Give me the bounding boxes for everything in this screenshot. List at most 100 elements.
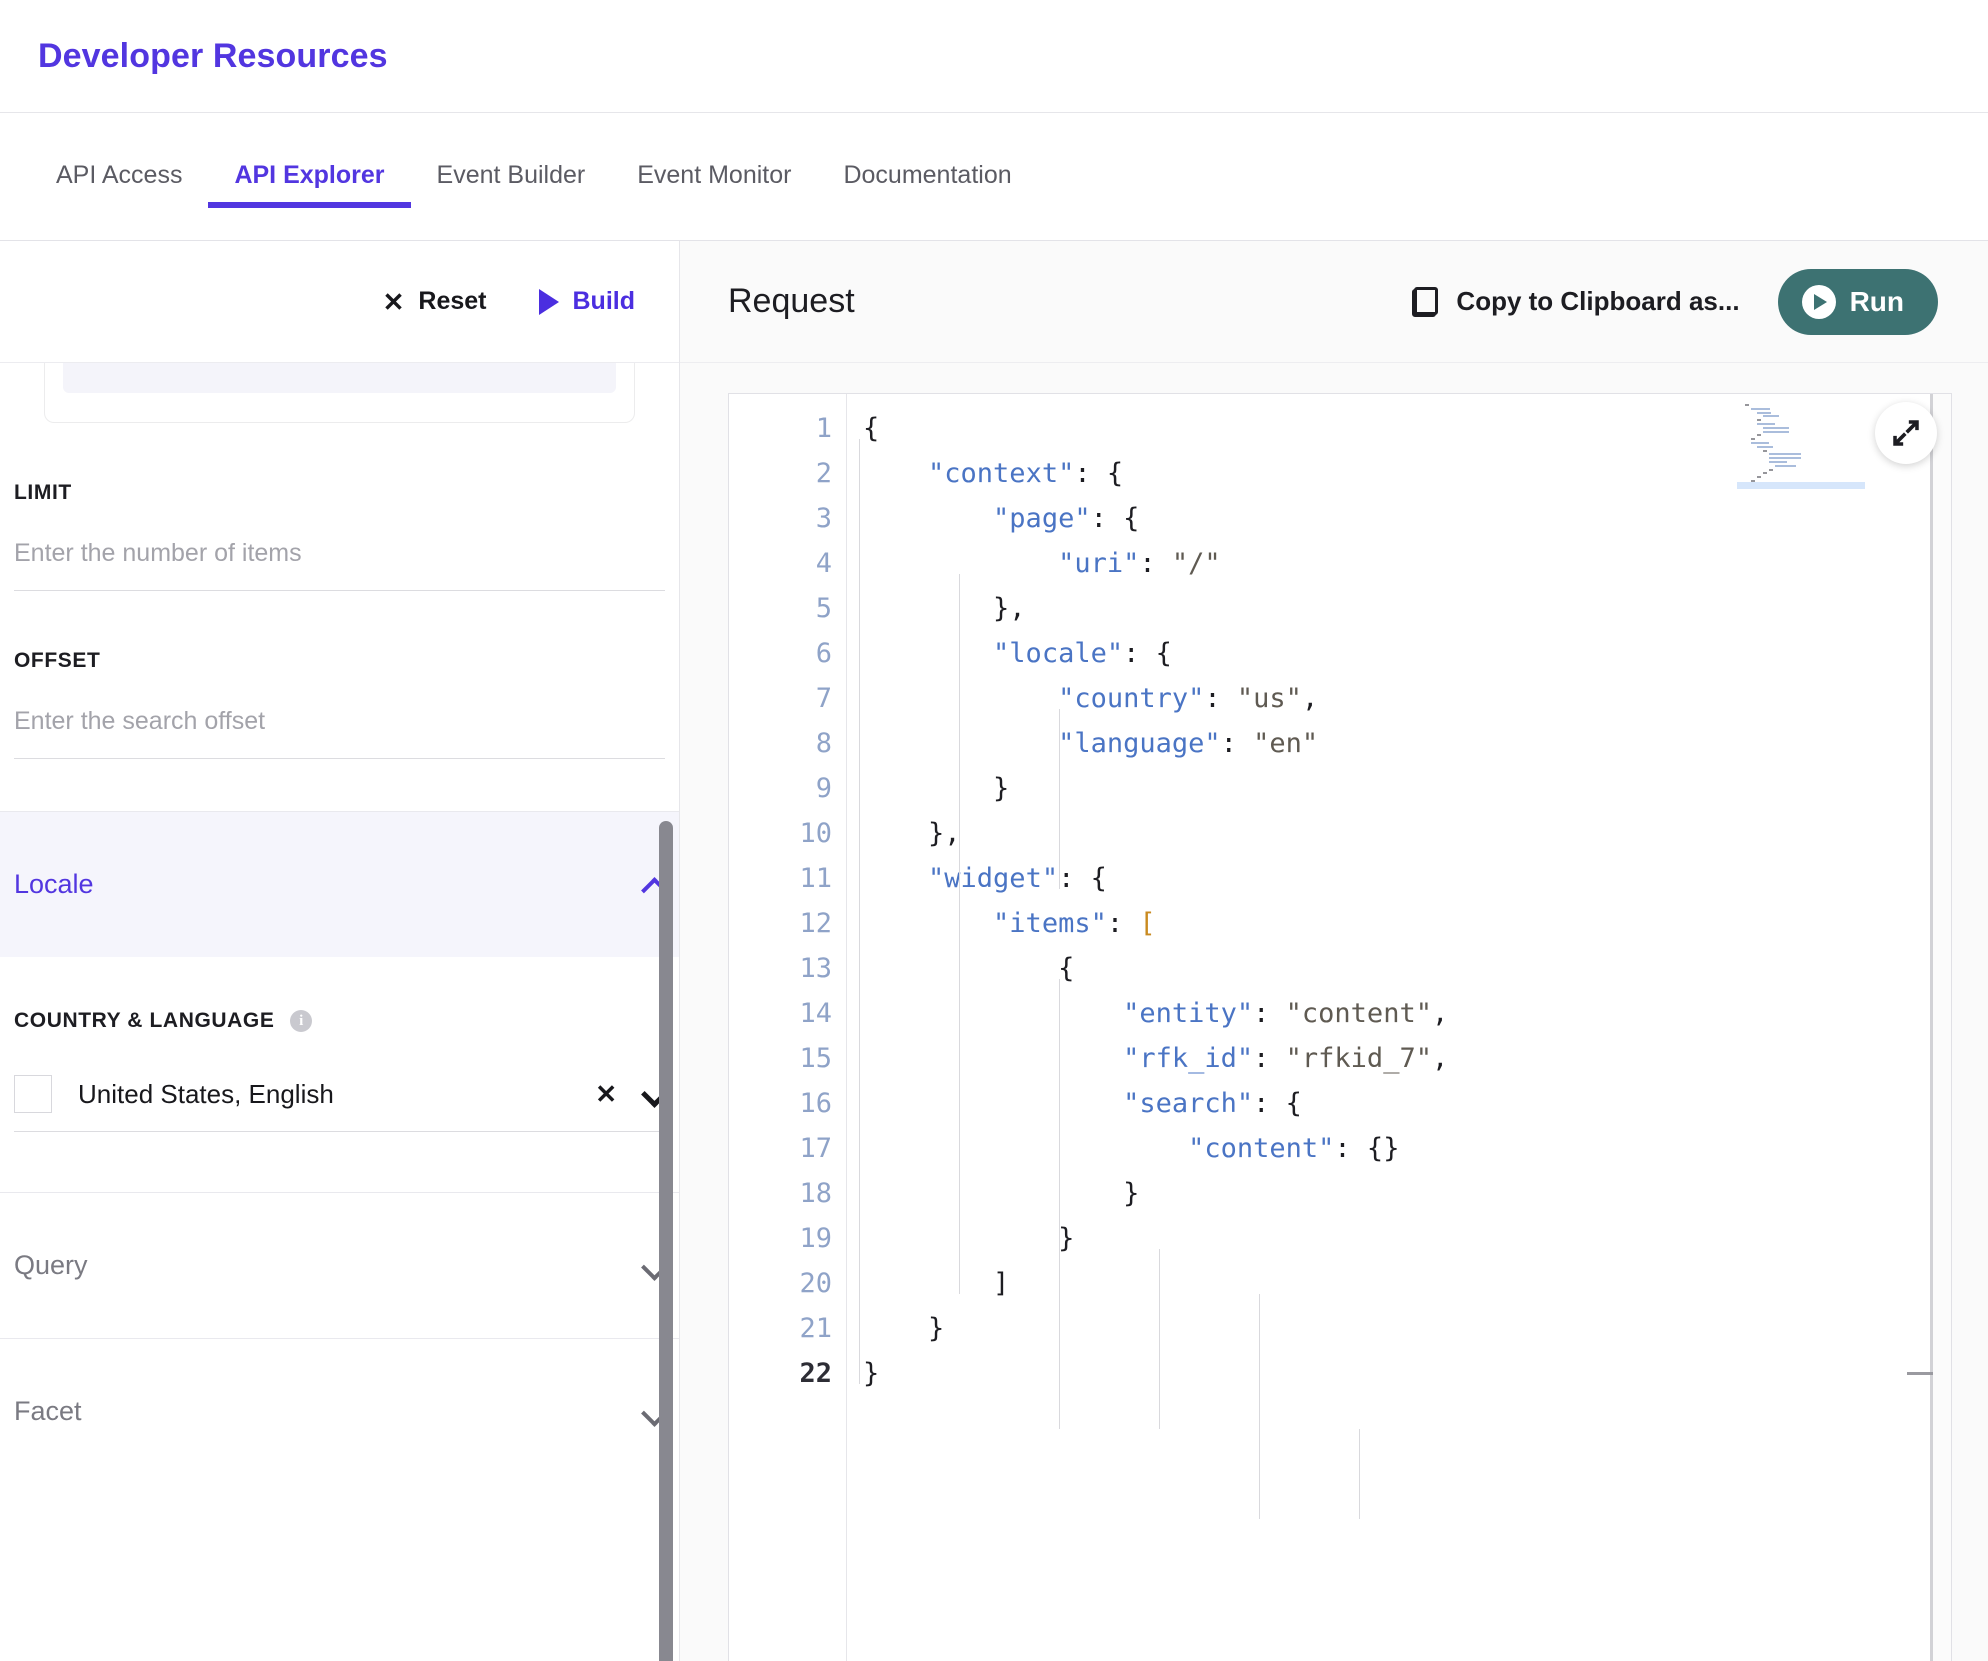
- code-token: "page": [993, 503, 1091, 534]
- partial-field-card[interactable]: [44, 363, 635, 423]
- code-token: }: [863, 1313, 945, 1344]
- accordion-header-locale[interactable]: Locale: [0, 812, 679, 957]
- code-token: : {: [1074, 458, 1124, 489]
- offset-field-block: OFFSET Enter the search offset: [0, 649, 679, 759]
- limit-label: LIMIT: [14, 481, 72, 504]
- tab-event-monitor[interactable]: Event Monitor: [611, 113, 817, 190]
- code-line: }: [863, 1171, 1951, 1216]
- page-title: Developer Resources: [38, 36, 388, 75]
- partial-field-inner: [63, 363, 616, 393]
- accordion-title-locale: Locale: [14, 869, 94, 899]
- code-token: : {: [1123, 638, 1172, 669]
- line-number: 17: [799, 1133, 832, 1164]
- code-token: :: [1253, 1043, 1286, 1074]
- request-editor[interactable]: 1 2 3 4 5 6 7 8 9 10 11 12 13 14 15 16 17 18 19 20 21 22 { "c…: [728, 393, 1952, 1661]
- code-token: {: [863, 413, 880, 444]
- reset-button[interactable]: ✕ Reset: [383, 287, 487, 316]
- code-token: :: [1139, 548, 1172, 579]
- request-toolbar: Request Copy to Clipboard as... Run: [680, 241, 1988, 363]
- code-line: "locale": {: [863, 631, 1951, 676]
- code-token: "country": [1058, 683, 1205, 714]
- code-line: "language": "en": [863, 721, 1951, 766]
- code-token: : {: [1090, 503, 1140, 534]
- offset-input[interactable]: Enter the search offset: [14, 707, 665, 759]
- build-button[interactable]: Build: [538, 287, 635, 316]
- code-line: {: [863, 406, 1951, 451]
- code-line: "entity": "content",: [863, 991, 1951, 1036]
- tab-api-explorer[interactable]: API Explorer: [208, 113, 411, 208]
- line-number: 5: [815, 593, 832, 624]
- code-token: :: [1204, 683, 1237, 714]
- query-builder-panel: ✕ Reset Build LIMIT Enter the number of …: [0, 241, 680, 1661]
- code-editor[interactable]: 1 2 3 4 5 6 7 8 9 10 11 12 13 14 15 16 17 18 19 20 21 22 { "c…: [729, 394, 1951, 1661]
- code-line: "country": "us",: [863, 676, 1951, 721]
- code-token: :: [1253, 998, 1286, 1029]
- code-content[interactable]: { "context": { "page": { "uri": "/" }, "…: [847, 394, 1951, 1661]
- code-token: "en": [1253, 728, 1319, 759]
- accordion-title-query: Query: [14, 1250, 88, 1280]
- code-token: "/": [1171, 548, 1221, 579]
- panel-scrollbar[interactable]: [659, 821, 673, 1661]
- clear-icon[interactable]: ✕: [595, 1079, 617, 1110]
- expand-editor-button[interactable]: [1875, 402, 1937, 464]
- code-token: ,: [1431, 998, 1449, 1029]
- code-line: {: [863, 946, 1951, 991]
- code-token: "context": [928, 458, 1075, 489]
- code-token: : {: [1058, 863, 1107, 894]
- line-number: 6: [815, 638, 832, 669]
- indent-guide: [1059, 979, 1060, 1159]
- line-number: 12: [799, 908, 832, 939]
- code-token: "rfk_id": [1123, 1043, 1254, 1074]
- run-button[interactable]: Run: [1777, 268, 1938, 335]
- code-line: ]: [863, 1261, 1951, 1306]
- code-line: "context": {: [863, 451, 1951, 496]
- accordion-header-facet[interactable]: Facet: [0, 1339, 679, 1484]
- copy-label: Copy to Clipboard as...: [1456, 286, 1740, 316]
- country-language-select[interactable]: United States, English ✕: [14, 1075, 665, 1132]
- line-number: 11: [799, 863, 832, 894]
- info-icon[interactable]: i: [290, 1010, 313, 1032]
- editor-vertical-scrollbar[interactable]: [1933, 394, 1951, 1661]
- expand-arrows-icon: [1893, 420, 1919, 446]
- accordion-header-query[interactable]: Query: [0, 1193, 679, 1338]
- reset-label: Reset: [418, 287, 487, 315]
- code-line: },: [863, 586, 1951, 631]
- copy-to-clipboard-button[interactable]: Copy to Clipboard as...: [1412, 286, 1740, 317]
- line-number: 10: [799, 818, 832, 849]
- offset-label: OFFSET: [14, 649, 101, 672]
- code-token: :: [1220, 728, 1254, 759]
- tab-documentation[interactable]: Documentation: [817, 113, 1037, 190]
- play-icon: [538, 288, 559, 315]
- accordion-query: Query: [0, 1192, 679, 1338]
- country-language-label: COUNTRY & LANGUAGE i: [14, 1009, 665, 1033]
- line-number: 1: [815, 413, 832, 444]
- line-number: 13: [799, 953, 832, 984]
- line-number: 8: [815, 728, 832, 759]
- country-language-label-text: COUNTRY & LANGUAGE: [14, 1009, 275, 1032]
- indent-guide: [1059, 1159, 1060, 1429]
- line-number: 19: [799, 1223, 832, 1254]
- indent-guide: [1159, 1249, 1160, 1429]
- code-line: "items": [: [863, 901, 1951, 946]
- line-number: 16: [799, 1088, 832, 1119]
- accordion-locale: Locale COUNTRY & LANGUAGE i United State…: [0, 811, 679, 1192]
- limit-input[interactable]: Enter the number of items: [14, 539, 665, 591]
- code-token: "search": [1123, 1088, 1254, 1119]
- line-number: 22: [799, 1358, 832, 1389]
- run-label: Run: [1849, 285, 1904, 317]
- tab-api-access[interactable]: API Access: [30, 113, 208, 190]
- tab-event-builder[interactable]: Event Builder: [411, 113, 612, 190]
- copy-icon: [1412, 286, 1439, 317]
- indent-guide: [1059, 709, 1060, 889]
- code-token: "us": [1236, 683, 1302, 714]
- code-line: },: [863, 811, 1951, 856]
- code-token: [: [1139, 908, 1156, 939]
- code-line: "page": {: [863, 496, 1951, 541]
- code-token: "widget": [928, 863, 1059, 894]
